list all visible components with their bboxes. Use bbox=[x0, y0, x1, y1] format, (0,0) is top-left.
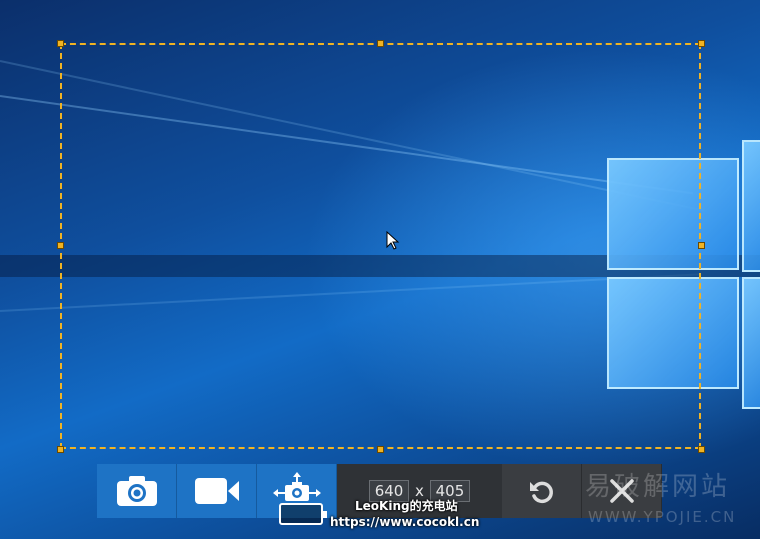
credit-overlay: LeoKing的充电站 https://www.cocokl.cn bbox=[330, 498, 479, 530]
windows-logo-pane bbox=[742, 277, 760, 409]
resize-handle-left[interactable] bbox=[57, 242, 64, 249]
screenshot-button[interactable] bbox=[97, 464, 177, 518]
capture-selection-rectangle[interactable] bbox=[60, 43, 701, 449]
reset-button[interactable] bbox=[502, 464, 582, 518]
battery-icon bbox=[279, 503, 327, 525]
resize-handle-top-left[interactable] bbox=[57, 40, 64, 47]
resize-handle-bottom[interactable] bbox=[377, 446, 384, 453]
resize-handle-bottom-left[interactable] bbox=[57, 446, 64, 453]
resize-handle-bottom-right[interactable] bbox=[698, 446, 705, 453]
record-video-button[interactable] bbox=[177, 464, 257, 518]
mouse-pointer-icon bbox=[386, 231, 400, 250]
windows-logo-pane bbox=[742, 140, 760, 272]
video-camera-icon bbox=[194, 478, 239, 504]
camera-icon bbox=[116, 476, 157, 506]
undo-icon bbox=[529, 481, 553, 504]
credit-line-2: https://www.cocokl.cn bbox=[330, 515, 480, 529]
watermark-text: 易破解网站 bbox=[585, 472, 731, 502]
watermark-url: WWW.YPOJIE.CN bbox=[588, 508, 737, 526]
credit-line-1: LeoKing的充电站 bbox=[355, 499, 458, 513]
resize-handle-right[interactable] bbox=[698, 242, 705, 249]
resize-handle-top[interactable] bbox=[377, 40, 384, 47]
resize-handle-top-right[interactable] bbox=[698, 40, 705, 47]
